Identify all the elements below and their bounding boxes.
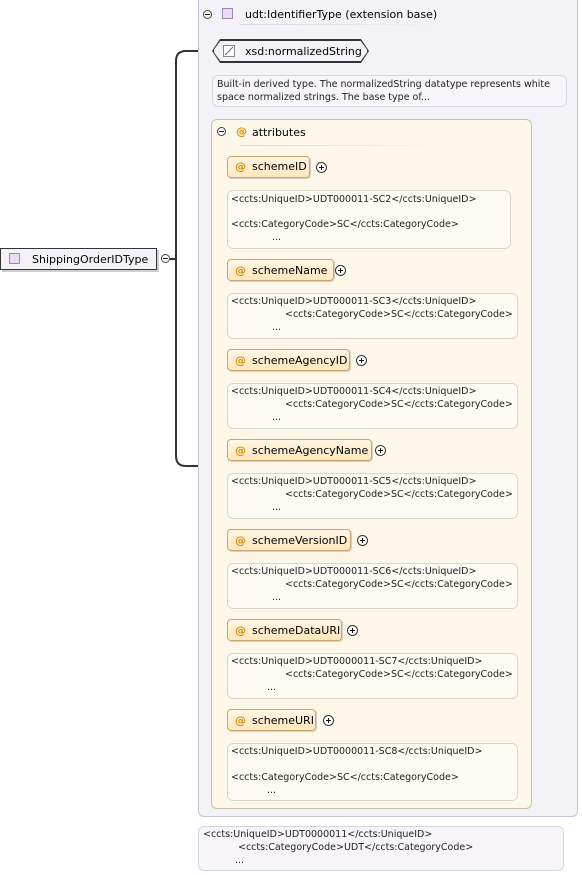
doc-line: <ccts:UniqueID>UDT000011-SC6</ccts:Uniqu… [231,566,477,577]
attributes-label: attributes [252,126,306,139]
expand-attribute-button[interactable] [335,265,346,276]
base-type-doc-line: space normalized strings. The base type … [217,92,431,103]
expand-attribute-button[interactable] [323,715,334,726]
type-icon [9,253,20,264]
divider [240,145,450,146]
attribute-icon: @ [236,125,247,138]
attribute-icon: @ [235,714,246,727]
expand-attribute-button[interactable] [347,625,358,636]
attribute-name: schemeName [252,264,328,277]
doc-line: ... [235,855,245,866]
doc-line: ... [272,322,282,333]
doc-line: ... [267,785,277,796]
doc-line: ... [272,502,282,513]
attribute-name: schemeDataURI [252,624,341,637]
attribute-icon: @ [235,624,246,637]
doc-line: <ccts:CategoryCode>UDT</ccts:CategoryCod… [238,842,474,853]
doc-line: <ccts:CategoryCode>SC</ccts:CategoryCode… [285,489,513,500]
doc-line: <ccts:UniqueID>UDT0000011</ccts:UniqueID… [203,829,433,840]
root-element-label: ShippingOrderIDType [32,253,149,266]
doc-line: <ccts:UniqueID>UDT000011-SC5</ccts:Uniqu… [231,476,477,487]
attribute-icon: @ [235,354,246,367]
doc-line: <ccts:UniqueID>UDT000011-SC2</ccts:Uniqu… [231,194,477,205]
base-type-label: xsd:normalizedString [245,45,362,58]
collapse-root-button[interactable] [161,254,170,263]
attribute-icon: @ [235,264,246,277]
doc-line: <ccts:CategoryCode>SC</ccts:CategoryCode… [285,309,513,320]
simple-type-icon [223,45,235,57]
doc-line: <ccts:CategoryCode>SC</ccts:CategoryCode… [285,579,513,590]
doc-line: <ccts:CategoryCode>SC</ccts:CategoryCode… [285,399,513,410]
doc-line: <ccts:CategoryCode>SC</ccts:CategoryCode… [231,772,459,783]
attribute-icon: @ [235,534,246,547]
doc-line: <ccts:UniqueID>UDT0000011-SC8</ccts:Uniq… [231,746,483,757]
expand-attribute-button[interactable] [375,445,386,456]
base-type-doc-line: Built-in derived type. The normalizedStr… [217,79,550,90]
attribute-name: schemeURI [252,714,314,727]
expand-attribute-button[interactable] [356,355,367,366]
collapse-extension-button[interactable] [203,10,212,19]
attribute-name: schemeVersionID [252,534,348,547]
doc-line: ... [272,412,282,423]
doc-line: <ccts:CategoryCode>SC</ccts:CategoryCode… [231,219,459,230]
expand-attribute-button[interactable] [357,535,368,546]
attribute-icon: @ [235,444,246,457]
doc-line: ... [267,682,277,693]
attribute-name: schemeAgencyName [252,444,369,457]
attribute-name: schemeID [252,160,307,173]
doc-line: <ccts:UniqueID>UDT000011-SC4</ccts:Uniqu… [231,386,477,397]
doc-line: <ccts:UniqueID>UDT0000011-SC7</ccts:Uniq… [231,656,483,667]
doc-line: <ccts:UniqueID>UDT000011-SC3</ccts:Uniqu… [231,296,477,307]
type-icon [222,8,233,19]
doc-line: ... [272,592,282,603]
collapse-attributes-button[interactable] [217,127,226,136]
extension-label: udt:IdentifierType (extension base) [245,8,438,21]
expand-attribute-button[interactable] [316,162,327,173]
attribute-name: schemeAgencyID [252,354,348,367]
doc-line: ... [272,232,282,243]
divider [240,24,440,25]
doc-line: <ccts:CategoryCode>SC</ccts:CategoryCode… [285,669,513,680]
attribute-icon: @ [235,160,246,173]
base-type-documentation: Built-in derived type. The normalizedStr… [212,75,567,107]
